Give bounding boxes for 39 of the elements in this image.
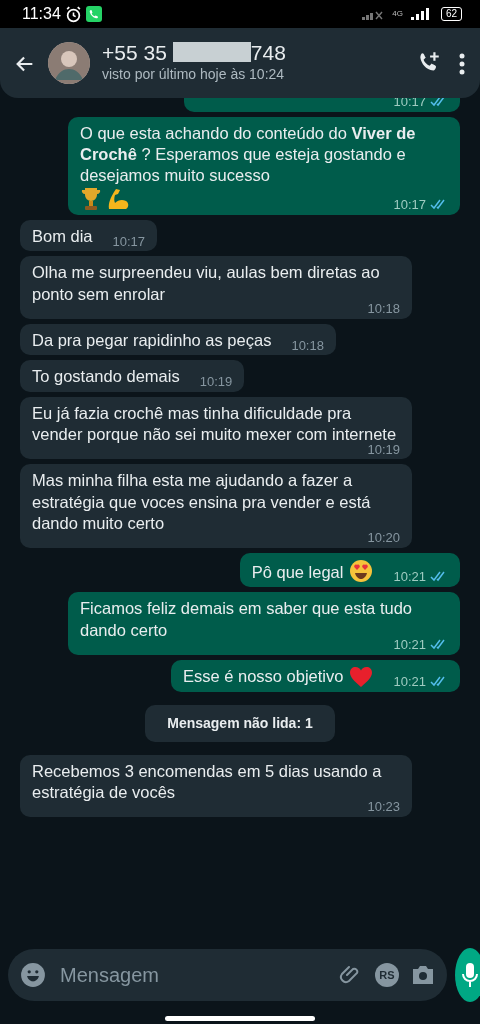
more-options-icon xyxy=(458,52,466,75)
message-text: To gostando demais xyxy=(32,366,180,388)
message-time: 10:19 xyxy=(199,374,233,390)
message-text: Mas minha filha esta me ajudando a fazer a estratégia que voces ensina pra vender e está dando muito certo xyxy=(32,470,372,533)
microphone-button[interactable] xyxy=(455,948,480,1002)
contact-number: 748 xyxy=(250,40,286,64)
message-time: 10:21 xyxy=(393,569,426,585)
message-time: 10:18 xyxy=(367,301,400,317)
message-text: Esse é nosso objetivo xyxy=(182,666,344,688)
message-time: 10:18 xyxy=(291,337,324,353)
message-time: 10:23 xyxy=(367,799,400,815)
message-time: 10:20 xyxy=(367,530,400,546)
message-text: Recebemos 3 encomendas em 5 dias usando a estratégia de vocês xyxy=(32,760,383,802)
message-time: 10:17 xyxy=(393,197,426,213)
network-label: 4G xyxy=(392,8,403,20)
avatar-icon[interactable] xyxy=(48,42,90,84)
camera-icon[interactable] xyxy=(411,964,435,986)
battery-level: 62 xyxy=(440,7,462,21)
message-text: Pô que legal xyxy=(251,561,344,583)
message-time: 10:17 xyxy=(112,233,146,249)
payment-icon[interactable]: RS xyxy=(375,963,399,987)
trophy-emoji xyxy=(80,186,102,211)
heart-emoji xyxy=(349,665,374,688)
last-seen-status: visto por último hoje às 10:24 xyxy=(102,65,286,85)
message-time: 10:21 xyxy=(393,673,426,689)
message-text: Bom dia xyxy=(32,225,93,247)
contact-number: +55 35 xyxy=(102,40,167,64)
alarm-icon xyxy=(64,5,82,23)
emoji-icon[interactable] xyxy=(20,962,46,988)
phone-app-icon xyxy=(85,6,102,22)
message-text: O que esta achando do conteúdo do Viver de Crochê ? Esperamos que esteja gostando e desejamos muito sucesso xyxy=(80,122,417,187)
unread-divider: Mensagem não lida: 1 xyxy=(145,704,335,742)
message-text: Olha me surpreendeu viu, aulas bem diretas ao ponto sem enrolar xyxy=(32,262,381,304)
heart-eyes-emoji xyxy=(349,559,374,584)
message-text: Da pra pegar rapidinho as peças xyxy=(32,329,272,351)
microphone-icon xyxy=(461,962,479,988)
flexed-arm-emoji xyxy=(106,186,130,211)
clock-time: 11:34 xyxy=(22,4,61,24)
message-input[interactable]: Mensagem RS xyxy=(8,949,447,1001)
